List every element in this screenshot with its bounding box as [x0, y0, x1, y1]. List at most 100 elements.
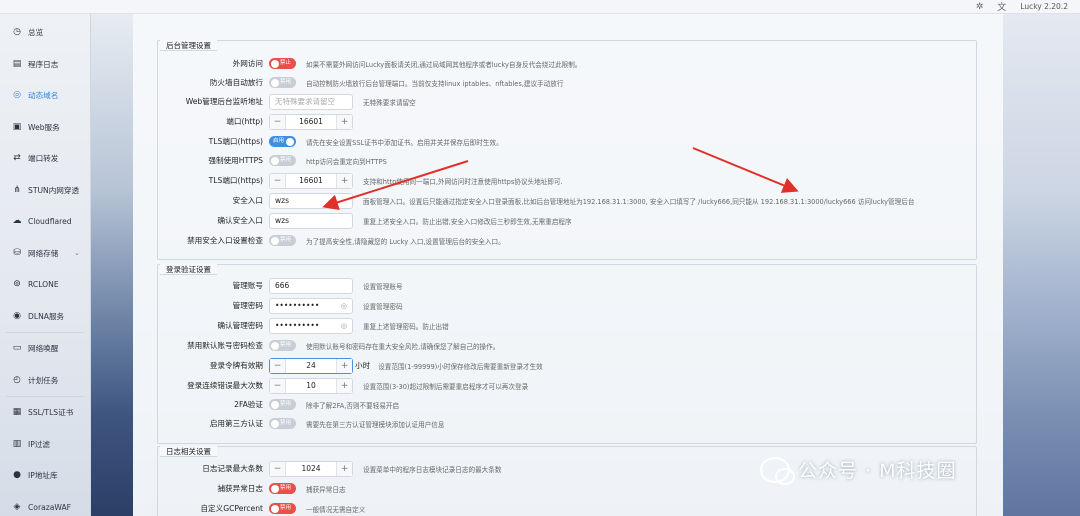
field-label: 2FA验证: [234, 400, 263, 409]
field-label: 安全入口: [232, 196, 263, 205]
sidebar-item-label: 端口转发: [28, 154, 59, 164]
field-label: 捕获异常日志: [217, 484, 263, 493]
waf-icon: ◈: [13, 501, 21, 512]
field-label: 管理账号: [232, 281, 263, 290]
wake-icon: ▭: [12, 343, 22, 354]
bug-icon[interactable]: ✲: [976, 2, 984, 12]
field-description: 捕获异常日志: [306, 485, 346, 494]
field-description: 支持和http使用同一端口,外网访问时注意使用https协议头地址即可.: [363, 177, 563, 186]
tls-port-stepper[interactable]: − 16601 +: [269, 172, 353, 189]
field-description: 一般情况无需自定义: [306, 505, 366, 514]
password-input[interactable]: •••••••••• ◎: [269, 297, 353, 314]
listen-address-input[interactable]: 无特殊要求请留空: [269, 93, 353, 110]
sidebar-item-rclone[interactable]: ⊚ RCLONE: [0, 269, 90, 301]
translate-icon[interactable]: 文: [997, 0, 1006, 13]
stepper-value[interactable]: 16601: [286, 117, 336, 126]
increment-button[interactable]: +: [336, 173, 352, 188]
sidebar-item-label: 总览: [28, 28, 44, 38]
clock-icon: ◴: [13, 374, 21, 385]
field-label: 日志记录最大条数: [202, 464, 263, 473]
field-label: 禁用默认账号密码检查: [187, 341, 263, 350]
sidebar-item-waf[interactable]: ◈ CorazaWAF: [0, 492, 90, 516]
gc-percent-toggle[interactable]: 禁用: [269, 503, 296, 514]
tls-toggle[interactable]: 启用: [269, 136, 296, 147]
disable-entry-check-toggle[interactable]: 禁用: [269, 235, 296, 246]
cloud-icon: ☁: [12, 216, 22, 227]
field-label: 登录令牌有效期: [209, 361, 263, 370]
twofa-toggle[interactable]: 禁用: [269, 399, 296, 410]
eye-icon[interactable]: ◎: [341, 302, 347, 310]
sidebar-item-storage[interactable]: ⛁ 网络存储 ⌄: [0, 238, 90, 270]
sidebar-item-label: 网络唤醒: [28, 344, 59, 354]
filter-icon: ▥: [12, 438, 22, 449]
field-label: TLS端口(https): [208, 137, 263, 146]
external-access-row: 外网访问 禁止 如果不需要外网访问Lucky面板请关闭,通过局域网其他程序或者l…: [158, 55, 978, 72]
field-description: 使用默认账号和密码存在重大安全风险,请确保您了解自己的操作。: [306, 342, 500, 351]
sidebar-item-logs[interactable]: ▤ 程序日志: [0, 49, 90, 81]
field-label: 端口(http): [226, 117, 263, 126]
sidebar-item-label: SSL/TLS证书: [28, 408, 74, 418]
decrement-button[interactable]: −: [270, 378, 286, 393]
field-label: 管理密码: [232, 301, 263, 310]
http-port-stepper[interactable]: − 16601 +: [269, 113, 353, 130]
section-title: 登录验证设置: [160, 264, 217, 275]
increment-button[interactable]: +: [336, 461, 352, 476]
sidebar-item-wake[interactable]: ▭ 网络唤醒: [0, 333, 90, 365]
safe-entry-input[interactable]: wzs: [269, 192, 353, 209]
ip-db-icon: ●: [13, 470, 21, 481]
field-description: 为了提高安全性,请隐藏您的 Lucky 入口,设置管理后台的安全入口。: [306, 237, 505, 246]
field-description: 请先在安全设置SSL证书中添加证书。启用并关并保存后即时生效。: [306, 138, 503, 147]
login-settings-section: 登录验证设置 管理账号 666 设置管理账号 管理密码 •••••••••• ◎…: [157, 264, 977, 444]
confirm-entry-input[interactable]: wzs: [269, 212, 353, 229]
decrement-button[interactable]: −: [270, 114, 286, 129]
decrement-button[interactable]: −: [270, 173, 286, 188]
account-row: 管理账号 666 设置管理账号: [158, 277, 978, 294]
field-label: 确认安全入口: [217, 216, 263, 225]
ddns-icon: ◎: [13, 90, 21, 101]
sidebar-item-cloudflared[interactable]: ☁ Cloudflared: [0, 206, 90, 238]
decrement-button[interactable]: −: [270, 358, 286, 373]
sidebar-item-stun[interactable]: ⋔ STUN内网穿透: [0, 175, 90, 207]
http-port-row: 端口(http) − 16601 +: [158, 113, 978, 130]
sidebar-item-schedule[interactable]: ◴ 计划任务: [0, 365, 90, 397]
token-expire-stepper[interactable]: − 24 +: [269, 357, 353, 374]
sidebar-item-dlna[interactable]: ◉ DLNA服务: [0, 301, 90, 333]
disable-default-check-toggle[interactable]: 禁用: [269, 340, 296, 351]
sidebar-item-forward[interactable]: ⇄ 端口转发: [0, 143, 90, 175]
watermark: 公众号 · M科技圈: [760, 456, 957, 485]
stepper-value[interactable]: 1024: [286, 464, 336, 473]
sidebar-item-ip-filter[interactable]: ▥ IP过滤: [0, 429, 90, 461]
sidebar-item-label: 网络存储: [28, 248, 59, 258]
increment-button[interactable]: +: [336, 358, 352, 373]
stepper-value[interactable]: 24: [286, 361, 336, 370]
capture-errors-toggle[interactable]: 禁用: [269, 483, 296, 494]
max-errors-stepper[interactable]: − 10 +: [269, 377, 353, 394]
stepper-value[interactable]: 10: [286, 381, 336, 390]
thirdparty-auth-toggle[interactable]: 禁用: [269, 418, 296, 429]
dashboard-icon: ◷: [13, 27, 21, 38]
sidebar-item-web[interactable]: ▣ Web服务: [0, 112, 90, 144]
sidebar-item-overview[interactable]: ◷ 总览: [0, 17, 90, 49]
firewall-toggle[interactable]: 禁用: [269, 77, 296, 88]
increment-button[interactable]: +: [336, 378, 352, 393]
tls-port-row: TLS端口(https) − 16601 + 支持和http使用同一端口,外网访…: [158, 172, 978, 189]
confirm-password-input[interactable]: •••••••••• ◎: [269, 317, 353, 334]
sidebar-item-ssl[interactable]: ▦ SSL/TLS证书: [0, 397, 90, 429]
increment-button[interactable]: +: [336, 114, 352, 129]
log-max-entries-stepper[interactable]: − 1024 +: [269, 460, 353, 477]
stepper-value[interactable]: 16601: [286, 176, 336, 185]
eye-icon[interactable]: ◎: [341, 322, 347, 330]
background-mountains-right: [1003, 14, 1080, 516]
sidebar-item-label: IP地址库: [28, 471, 58, 481]
field-description: 需要先在第三方认证管理模块添加认证用户信息: [306, 420, 445, 429]
field-label: 外网访问: [232, 59, 263, 68]
sidebar-item-ddns[interactable]: ◎ 动态域名: [0, 80, 90, 112]
field-label: 禁用安全入口设置检查: [187, 236, 263, 245]
field-description: 设置管理账号: [363, 282, 403, 291]
external-access-toggle[interactable]: 禁止: [269, 58, 296, 69]
account-input[interactable]: 666: [269, 277, 353, 294]
decrement-button[interactable]: −: [270, 461, 286, 476]
force-https-toggle[interactable]: 禁用: [269, 155, 296, 166]
sidebar-item-ip-db[interactable]: ● IP地址库: [0, 460, 90, 492]
app-version: Lucky 2.20.2: [1020, 2, 1068, 11]
